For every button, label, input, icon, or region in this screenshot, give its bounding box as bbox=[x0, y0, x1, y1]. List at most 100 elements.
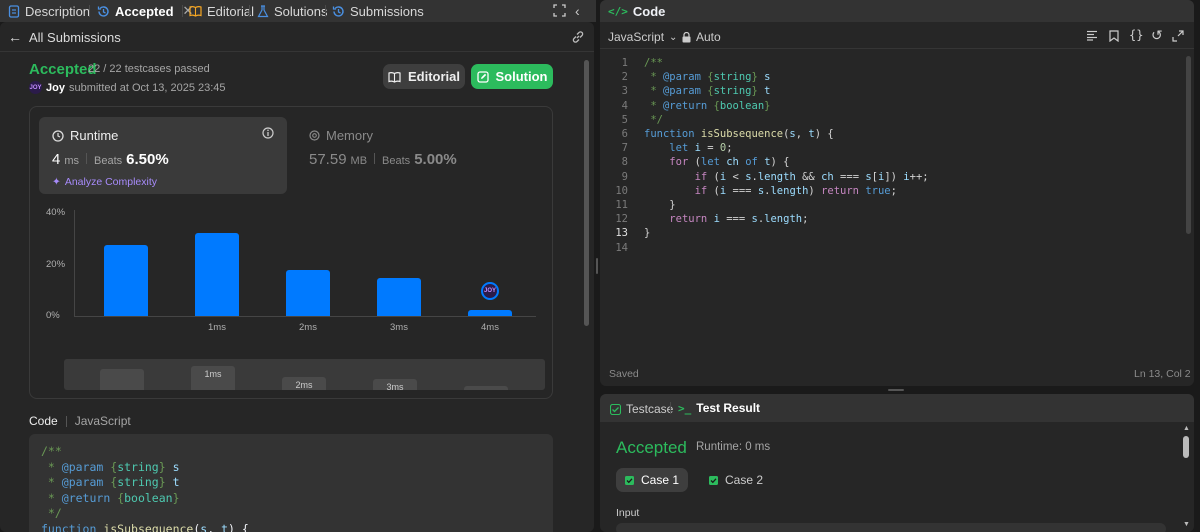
lock-icon bbox=[682, 31, 691, 43]
line-content: for (let ch of t) { bbox=[669, 156, 790, 169]
submitted-at: submitted at Oct 13, 2025 23:45 bbox=[68, 81, 226, 94]
editor-line: 4 * @return {boolean} bbox=[600, 99, 1190, 113]
resize-handle[interactable] bbox=[888, 389, 904, 391]
test-result-panel: Testcase >_ Test Result Accepted Runtime… bbox=[600, 394, 1194, 532]
editor-code-area[interactable]: 1/** 2 * @param {string} s3 * @param {str… bbox=[600, 56, 1194, 254]
y-axis bbox=[74, 210, 75, 316]
runtime-header: Runtime bbox=[52, 128, 118, 143]
cursor-position: Ln 13, Col 2 bbox=[1134, 368, 1191, 380]
scroll-up-icon[interactable]: ▲ bbox=[1183, 425, 1190, 432]
editorial-button-label: Editorial bbox=[407, 69, 460, 84]
reset-icon[interactable]: ↺ bbox=[1151, 27, 1163, 44]
runtime-bar[interactable] bbox=[377, 278, 421, 316]
link-icon[interactable] bbox=[571, 30, 585, 44]
back-to-submissions[interactable]: ← All Submissions bbox=[8, 29, 121, 45]
scrollbar[interactable] bbox=[584, 60, 589, 326]
code-label: Code bbox=[29, 414, 58, 428]
runtime-bar[interactable] bbox=[104, 245, 148, 316]
tab-submissions-label: Submissions bbox=[350, 3, 424, 19]
back-label: All Submissions bbox=[29, 29, 121, 45]
submission-panel: ← All Submissions Accepted 22 / 22 testc… bbox=[0, 22, 594, 532]
expand-icon[interactable] bbox=[1172, 30, 1184, 42]
line-number: 13 bbox=[615, 227, 628, 240]
mini-bar: 2ms bbox=[282, 376, 326, 390]
editor-line: 11 } bbox=[600, 198, 1190, 212]
memory-header[interactable]: Memory bbox=[309, 128, 373, 143]
history-icon bbox=[332, 5, 345, 18]
info-icon[interactable] bbox=[262, 127, 274, 139]
book-icon bbox=[189, 5, 202, 17]
input-box[interactable] bbox=[616, 523, 1166, 532]
case-1-tab[interactable]: Case 1 bbox=[616, 468, 688, 492]
format-icon[interactable] bbox=[1086, 30, 1098, 41]
language-value: JavaScript bbox=[608, 30, 665, 44]
tab-solutions-label: Solutions bbox=[274, 3, 328, 19]
x-tick-label: 2ms bbox=[299, 322, 317, 333]
braces-icon[interactable]: {} bbox=[1129, 28, 1143, 42]
runtime-bar[interactable] bbox=[468, 309, 512, 316]
username[interactable]: Joy bbox=[46, 82, 65, 94]
line-number: 8 bbox=[621, 156, 628, 169]
mode-select[interactable]: Auto bbox=[682, 30, 721, 44]
tab-submissions[interactable]: Submissions bbox=[332, 0, 424, 22]
case-2-label: Case 2 bbox=[724, 473, 764, 487]
range-selector[interactable]: 1ms 2ms 3ms 4ms bbox=[64, 359, 545, 390]
solution-button[interactable]: Solution bbox=[471, 64, 553, 89]
tab-test-result[interactable]: >_ Test Result bbox=[678, 401, 760, 415]
submission-status: Accepted bbox=[29, 61, 97, 78]
tab-solutions[interactable]: Solutions bbox=[257, 0, 327, 22]
tab-description[interactable]: Description bbox=[8, 0, 90, 22]
memory-value: 57.59 bbox=[309, 151, 347, 168]
fullscreen-icon[interactable] bbox=[553, 4, 566, 17]
submitted-code[interactable]: /** * @param {string} s * @param {string… bbox=[29, 434, 553, 532]
checkbox-icon bbox=[610, 403, 621, 415]
case-2-tab[interactable]: Case 2 bbox=[700, 468, 772, 492]
chevron-left-icon[interactable]: ‹ bbox=[575, 3, 580, 19]
line-content: } bbox=[644, 199, 676, 211]
line-content: } bbox=[644, 227, 651, 240]
history-icon bbox=[97, 5, 110, 18]
editor-line: 2 * @param {string} s bbox=[600, 70, 1190, 84]
runtime-bar[interactable] bbox=[286, 270, 330, 316]
editor-scrollbar[interactable] bbox=[1186, 56, 1191, 234]
line-content: /** bbox=[644, 57, 663, 69]
runtime-beats: 6.50% bbox=[126, 151, 169, 168]
memory-unit: MB bbox=[350, 155, 368, 167]
input-label: Input bbox=[616, 507, 640, 519]
mini-bar: 1ms bbox=[191, 365, 235, 390]
arrow-left-icon: ← bbox=[8, 29, 22, 45]
analyze-label: Analyze Complexity bbox=[64, 176, 158, 188]
resize-handle[interactable] bbox=[596, 258, 598, 274]
x-tick-label: 1ms bbox=[208, 322, 226, 333]
mini-bar: 4ms bbox=[464, 386, 508, 390]
runtime-unit: ms bbox=[64, 155, 80, 167]
editor-line: 13} bbox=[600, 226, 1190, 240]
editor-title: </> Code bbox=[608, 4, 665, 19]
divider bbox=[600, 48, 1194, 49]
language-select[interactable]: JavaScript ⌄ bbox=[608, 30, 677, 44]
runtime-distribution-chart: 40% 20% 0% 1ms 2ms 3ms 4ms JOY bbox=[30, 202, 552, 352]
line-content: * @param {string} s bbox=[644, 71, 771, 84]
runtime-bar[interactable] bbox=[195, 233, 239, 316]
scroll-down-icon[interactable]: ▼ bbox=[1183, 521, 1190, 528]
case-1-label: Case 1 bbox=[640, 473, 680, 487]
line-number: 1 bbox=[621, 57, 628, 69]
tab-editorial[interactable]: Editorial bbox=[189, 0, 254, 22]
editorial-button[interactable]: Editorial bbox=[383, 64, 465, 89]
bookmark-icon[interactable] bbox=[1109, 30, 1119, 42]
x-axis bbox=[74, 316, 536, 317]
line-number: 7 bbox=[621, 142, 628, 155]
result-scrollbar[interactable] bbox=[1183, 436, 1189, 458]
line-content: * @param {string} t bbox=[644, 85, 771, 98]
tab-testcase[interactable]: Testcase bbox=[610, 402, 673, 416]
y-tick-label: 0% bbox=[46, 310, 60, 321]
analyze-complexity-link[interactable]: ✦ Analyze Complexity bbox=[52, 176, 157, 188]
editor-line: 10 if (i === s.length) return true; bbox=[600, 184, 1190, 198]
result-tabbar: Testcase >_ Test Result bbox=[600, 394, 1194, 422]
line-number: 12 bbox=[615, 213, 628, 226]
editor-title-label: Code bbox=[632, 4, 666, 19]
tab-accepted[interactable]: Accepted ✕ bbox=[97, 0, 193, 22]
clock-icon bbox=[52, 129, 64, 142]
runtime-box[interactable]: Runtime 4 ms Beats 6.50% ✦ Analyze Compl… bbox=[39, 117, 287, 194]
avatar[interactable]: JOY bbox=[29, 81, 42, 94]
